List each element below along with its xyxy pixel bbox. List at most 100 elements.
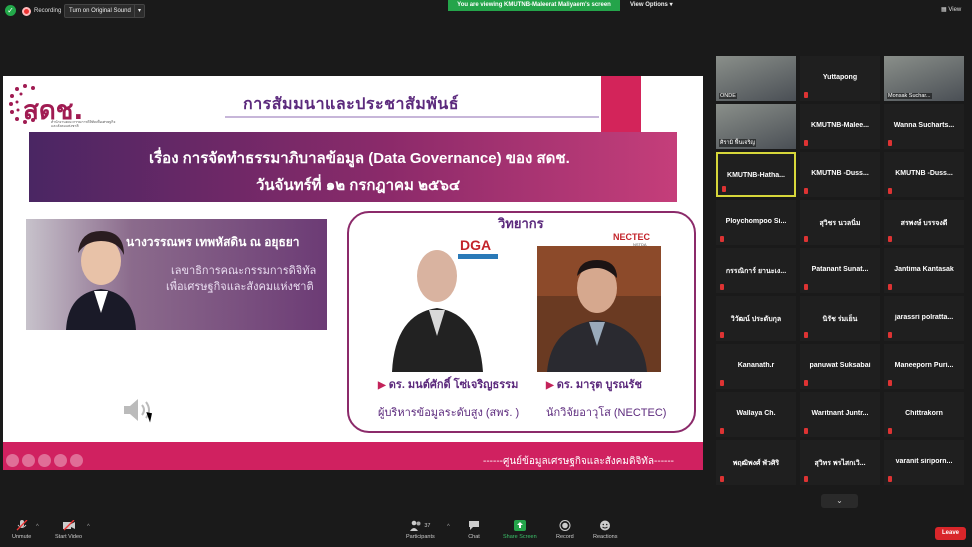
participant-name: Jantima Kantasak [894,266,954,273]
participant-tile[interactable]: panuwat Suksabai [800,344,880,389]
participant-name: Wallaya Ch. [736,410,776,417]
participant-tile[interactable]: สรพงษ์ บรรจงดี [884,200,964,245]
participant-name: Ploychompoo Si... [725,218,787,225]
participant-tile[interactable]: Jantima Kantasak [884,248,964,293]
play-arrow-icon: ▶ [378,380,386,391]
participant-tile[interactable]: Maneeporn Puri... [884,344,964,389]
participant-tile[interactable]: KMUTNB-Hatha... [716,152,796,197]
chevron-down-icon[interactable]: ▾ [134,5,144,17]
muted-mic-icon [804,380,808,386]
participant-name: KMUTNB -Duss... [895,170,953,177]
participant-name: พฤฒิพงศ์ พัวศิริ [732,460,780,467]
muted-mic-icon [804,236,808,242]
unmute-label: Unmute [12,534,32,540]
host-name: นางวรรณพร เทพหัสดิน ณ อยุธยา [126,235,300,249]
chat-button[interactable]: Chat [468,520,480,540]
nectec-logo: NECTEC [613,232,651,242]
meeting-toolbar: Unmute ^ Start Video ^ 37 Participants ^… [0,516,972,547]
muted-mic-icon [804,476,808,482]
participant-name: KMUTNB-Hatha... [727,172,785,179]
view-options-button[interactable]: View Options ▾ [630,1,673,8]
participant-tile[interactable]: KMUTNB -Duss... [884,152,964,197]
unmute-button[interactable]: Unmute [12,520,31,540]
participant-tile[interactable]: KMUTNB-Malee... [800,104,880,149]
audio-options-chevron-icon[interactable]: ^ [36,524,39,530]
participant-name: varanit siriporn... [895,458,953,465]
participant-tile[interactable]: กรรณิการ์ ยานะเง... [716,248,796,293]
participant-tile[interactable]: Wanna Sucharts... [884,104,964,149]
speaker1-role: ผู้บริหารข้อมูลระดับสูง (สพร. ) [378,407,520,419]
host-role-line2: เพื่อเศรษฐกิจและสังคมแห่งชาติ [166,281,314,293]
participant-tile[interactable]: พฤฒิพงศ์ พัวศิริ [716,440,796,485]
participant-name: Maneeporn Puri... [894,362,954,369]
play-arrow-icon: ▶ [546,380,554,391]
participant-tile[interactable]: jarassri polratta... [884,296,964,341]
participant-tile[interactable]: Waritnant Juntr... [800,392,880,437]
prev-slide-icon[interactable] [6,454,19,467]
participant-name: Wanna Sucharts... [893,122,955,129]
participant-name: jarassri polratta... [894,314,954,321]
speaker2-name-text: ดร. มารุต บูรณรัช [556,379,642,391]
share-screen-button[interactable]: Share Screen [503,520,537,540]
participant-name: นิรัช ร่มเย็น [822,316,858,323]
ondc-logo: สดช. สำนักงานคณะกรรมการดิจิทัลเพื่อเศรษฐ… [7,80,117,134]
chat-label: Chat [468,534,480,540]
participant-tile[interactable]: Kananath.r [716,344,796,389]
leave-button[interactable]: Leave [935,527,966,540]
title-underline [225,116,599,118]
participant-tile[interactable]: สุวิชร นวลนิ่ม [800,200,880,245]
participant-tile[interactable]: varanit siriporn... [884,440,964,485]
microphone-muted-icon [16,520,28,531]
next-slide-icon[interactable] [70,454,83,467]
pen-icon[interactable] [22,454,35,467]
host-card: นางวรรณพร เทพหัสดิน ณ อยุธยา เลขาธิการคณ… [26,219,327,330]
participant-tile[interactable]: ศิรามิ ฟื้นเจริญ [716,104,796,149]
speaker2-role: นักวิจัยอาวุโส (NECTEC) [546,407,667,419]
start-video-button[interactable]: Start Video [55,520,82,540]
original-sound-button[interactable]: Turn on Original Sound ▾ [64,4,145,18]
muted-mic-icon [804,332,808,338]
top-bar: ✓ Recording Turn on Original Sound ▾ You… [0,0,972,20]
security-shield-icon[interactable]: ✓ [5,5,16,16]
participant-tile[interactable]: Monsak Suchar... [884,56,964,101]
participant-name: KMUTNB-Malee... [811,122,869,129]
participant-tile[interactable]: KMUTNB -Duss... [800,152,880,197]
participants-button[interactable]: 37 Participants [406,520,435,540]
participant-tile[interactable]: นิรัช ร่มเย็น [800,296,880,341]
gallery-scroll-down-button[interactable]: ⌄ [821,494,858,508]
participant-name: ศิรามิ ฟื้นเจริญ [719,139,757,147]
muted-mic-icon [720,332,724,338]
video-options-chevron-icon[interactable]: ^ [87,524,90,530]
muted-mic-icon [888,140,892,146]
topic-banner: เรื่อง การจัดทำธรรมาภิบาลข้อมูล (Data Go… [29,132,677,202]
slides-icon[interactable] [38,454,51,467]
participants-icon [410,520,421,531]
original-sound-label: Turn on Original Sound [69,8,131,14]
record-button[interactable]: Record [556,520,574,540]
participants-icon-row: 37 [410,520,430,531]
muted-mic-icon [888,188,892,194]
participant-tile[interactable]: Patanant Sunat... [800,248,880,293]
participant-tile[interactable]: Chittrakorn [884,392,964,437]
recording-indicator[interactable]: Recording [22,5,61,17]
participant-tile[interactable]: สุวิทร พรไสกเวิ... [800,440,880,485]
zoom-icon[interactable] [54,454,67,467]
muted-mic-icon [888,332,892,338]
participant-tile[interactable]: Yuttapong [800,56,880,101]
muted-mic-icon [888,284,892,290]
participant-tile[interactable]: Wallaya Ch. [716,392,796,437]
muted-mic-icon [804,140,808,146]
speaker2-name: ▶ ดร. มารุต บูรณรัช [546,375,642,393]
reactions-button[interactable]: Reactions [593,520,617,540]
participant-name: Chittrakorn [905,410,943,417]
nectec-sub-logo: NSTDA [633,242,647,247]
participant-tile[interactable]: วิวัฒน์ ประดับกุล [716,296,796,341]
muted-mic-icon [720,428,724,434]
participant-tile[interactable]: ONDE [716,56,796,101]
participant-tile[interactable]: Ploychompoo Si... [716,200,796,245]
recording-label: Recording [34,8,62,14]
participants-chevron-icon[interactable]: ^ [447,524,450,530]
record-icon [559,520,571,531]
view-button[interactable]: ▦ View [941,6,961,13]
view-options-label: View Options [630,2,668,8]
